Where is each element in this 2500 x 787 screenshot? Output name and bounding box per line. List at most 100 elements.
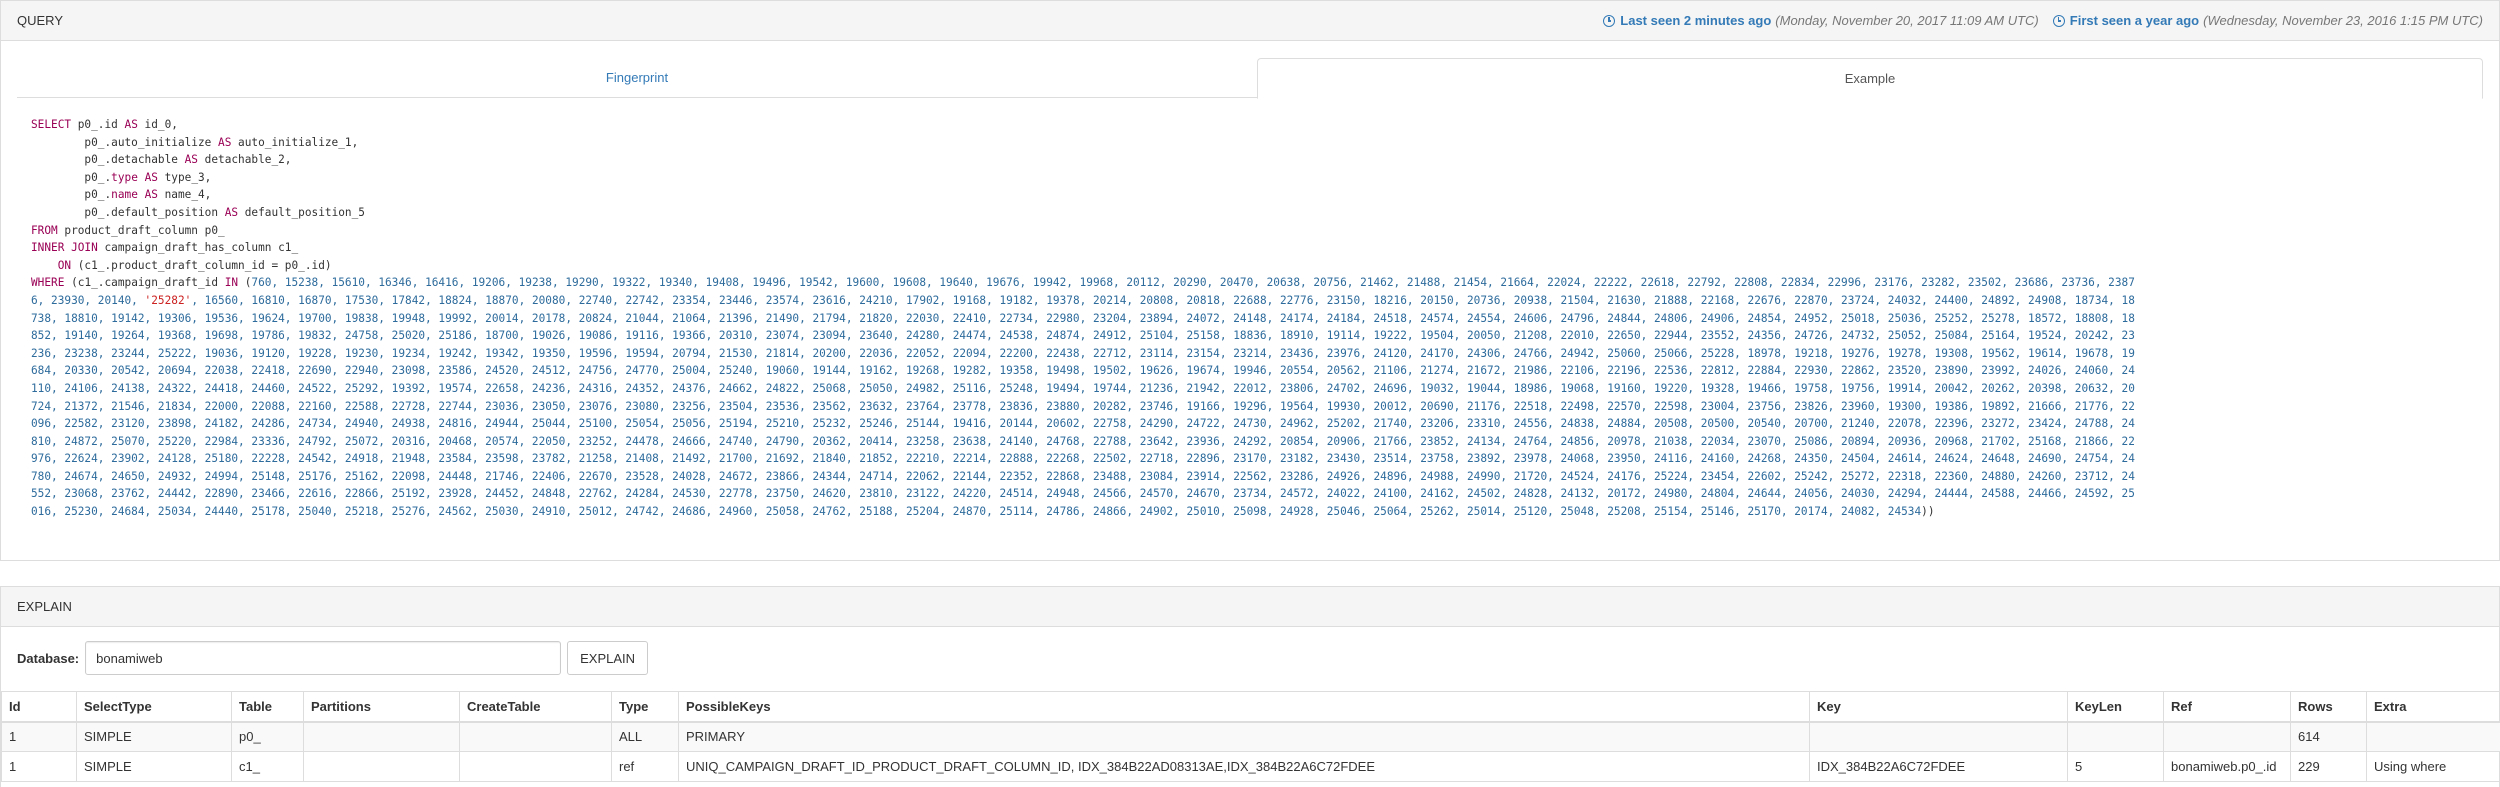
sql-keyword: WHERE <box>31 276 65 290</box>
table-cell <box>2163 721 2291 752</box>
column-header: Type <box>611 691 679 723</box>
clock-icon <box>1603 14 1616 27</box>
sql-line: 236, 23238, 23244, 25222, 19036, 19120, … <box>31 345 2469 363</box>
explain-table-header-row: Id SelectType Table Partitions CreateTab… <box>1 691 2500 723</box>
sql-number-list: 738, 18810, 19142, 19306, 19536, 19624, … <box>31 311 2135 325</box>
table-cell <box>459 751 612 782</box>
sql-keyword: FROM <box>31 223 58 237</box>
table-cell: Using where <box>2366 751 2500 782</box>
sql-number-list: 760, 15238, 15610, 16346, 16416, 19206, … <box>251 276 2135 290</box>
table-cell: UNIQ_CAMPAIGN_DRAFT_ID_PRODUCT_DRAFT_COL… <box>678 751 1810 782</box>
sql-keyword: IN <box>224 276 239 290</box>
sql-text: p0_.default_position <box>31 205 225 219</box>
sql-number-list: 236, 23238, 23244, 25222, 19036, 19120, … <box>31 346 2135 360</box>
sql-text: campaign_draft_has_column c1_ <box>97 241 299 255</box>
table-cell <box>459 721 612 752</box>
sql-number-list: 976, 22624, 23902, 24128, 25180, 22228, … <box>31 452 2135 466</box>
sql-number-list: 724, 21372, 21546, 21834, 22000, 22088, … <box>31 399 2135 413</box>
sql-keyword: AS <box>184 153 198 167</box>
tab-example[interactable]: Example <box>1257 58 2483 99</box>
query-tabs: Fingerprint Example <box>17 58 2483 99</box>
sql-line: INNER JOIN campaign_draft_has_column c1_ <box>31 239 2469 257</box>
sql-keyword: SELECT <box>31 118 72 131</box>
table-cell <box>2067 721 2164 752</box>
column-header: Ref <box>2163 691 2291 723</box>
sql-line: p0_.type AS type_3, <box>31 169 2469 187</box>
table-cell: 229 <box>2290 751 2367 782</box>
table-cell: SIMPLE <box>76 721 232 752</box>
column-header: Rows <box>2290 691 2367 723</box>
sql-line: 738, 18810, 19142, 19306, 19536, 19624, … <box>31 310 2469 328</box>
table-cell <box>303 751 460 782</box>
column-header: Partitions <box>303 691 460 723</box>
table-cell: SIMPLE <box>76 751 232 782</box>
sql-number-list: 096, 22582, 23120, 23898, 24182, 24286, … <box>31 417 2135 431</box>
sql-line: 6, 23930, 20140, '25282', 16560, 16810, … <box>31 292 2469 310</box>
database-row: Database: EXPLAIN <box>17 641 649 675</box>
sql-text: )) <box>1921 505 1935 519</box>
table-cell: 1 <box>1 751 77 782</box>
sql-text: type_3, <box>157 170 212 184</box>
table-cell: ALL <box>611 721 679 752</box>
sql-line: p0_.auto_initialize AS auto_initialize_1… <box>31 134 2469 152</box>
sql-text: id_0, <box>137 118 178 131</box>
first-seen-link[interactable]: First seen a year ago <box>2070 13 2199 28</box>
query-panel-header: QUERY Last seen 2 minutes ago (Monday, N… <box>1 1 2499 41</box>
sql-line: 096, 22582, 23120, 23898, 24182, 24286, … <box>31 415 2469 433</box>
sql-text: ( <box>238 276 252 290</box>
sql-keyword: ON <box>57 258 72 272</box>
sql-string: '25282' <box>144 293 192 307</box>
table-row: 1 SIMPLE p0_ ALL PRIMARY 614 <box>1 721 2500 752</box>
column-header: Key <box>1809 691 2068 723</box>
table-cell: 1 <box>1 721 77 752</box>
table-cell: c1_ <box>231 751 304 782</box>
sql-query-code: SELECT p0_.id AS id_0, p0_.auto_initiali… <box>31 116 2469 521</box>
column-header: Extra <box>2366 691 2500 723</box>
seen-info: Last seen 2 minutes ago (Monday, Novembe… <box>1589 13 2483 28</box>
sql-line: p0_.detachable AS detachable_2, <box>31 151 2469 169</box>
sql-text: p0_.id <box>71 118 125 131</box>
sql-line: ON (c1_.product_draft_column_id = p0_.id… <box>31 257 2469 275</box>
clock-icon <box>2052 14 2065 27</box>
column-header: SelectType <box>76 691 232 723</box>
sql-number-list: 016, 25230, 24684, 25034, 24440, 25178, … <box>31 505 1922 519</box>
sql-number-list: 552, 23068, 23762, 24442, 22890, 23466, … <box>31 487 2135 501</box>
column-header: PossibleKeys <box>678 691 1810 723</box>
sql-keyword: AS <box>224 205 239 219</box>
sql-line: 810, 24872, 25070, 25220, 22984, 23336, … <box>31 433 2469 451</box>
table-cell: IDX_384B22A6C72FDEE <box>1809 751 2068 782</box>
last-seen: Last seen 2 minutes ago (Monday, Novembe… <box>1603 13 2039 28</box>
sql-line: 110, 24106, 24138, 24322, 24418, 24460, … <box>31 380 2469 398</box>
sql-line: 852, 19140, 19264, 19368, 19698, 19786, … <box>31 327 2469 345</box>
sql-text: (c1_.campaign_draft_id <box>64 276 225 290</box>
tab-fingerprint[interactable]: Fingerprint <box>17 58 1257 99</box>
explain-button[interactable]: EXPLAIN <box>567 641 649 675</box>
explain-panel: EXPLAIN Database: EXPLAIN Id SelectType … <box>0 586 2500 787</box>
sql-line: 016, 25230, 24684, 25034, 24440, 25178, … <box>31 503 2469 521</box>
sql-text: p0_.auto_initialize <box>31 135 219 149</box>
column-header: Table <box>231 691 304 723</box>
sql-keyword: AS <box>144 188 158 202</box>
sql-number-list: , 16560, 16810, 16870, 17530, 17842, 188… <box>191 293 2135 307</box>
sql-line: 684, 20330, 20542, 20694, 22038, 22418, … <box>31 362 2469 380</box>
database-input[interactable] <box>85 641 562 675</box>
sql-line: SELECT p0_.id AS id_0, <box>31 116 2469 134</box>
table-cell: 5 <box>2067 751 2164 782</box>
first-seen-date: (Wednesday, November 23, 2016 1:15 PM UT… <box>2203 13 2483 28</box>
sql-number-list: 810, 24872, 25070, 25220, 22984, 23336, … <box>31 434 2135 448</box>
table-cell <box>1809 721 2068 752</box>
sql-keyword: AS <box>124 118 138 131</box>
sql-number-list: 110, 24106, 24138, 24322, 24418, 24460, … <box>31 381 2135 395</box>
explain-table: Id SelectType Table Partitions CreateTab… <box>1 691 2500 782</box>
sql-number-list: 780, 24674, 24650, 24932, 24994, 25148, … <box>31 469 2135 483</box>
sql-text: (c1_.product_draft_column_id = p0_.id) <box>71 258 332 272</box>
table-cell: ref <box>611 751 679 782</box>
sql-keyword: AS <box>218 135 232 149</box>
sql-text: p0_.detachable <box>31 153 185 167</box>
last-seen-link[interactable]: Last seen 2 minutes ago <box>1620 13 1771 28</box>
sql-line: 724, 21372, 21546, 21834, 22000, 22088, … <box>31 398 2469 416</box>
query-panel: QUERY Last seen 2 minutes ago (Monday, N… <box>0 0 2500 561</box>
sql-text: auto_initialize_1, <box>231 135 359 149</box>
